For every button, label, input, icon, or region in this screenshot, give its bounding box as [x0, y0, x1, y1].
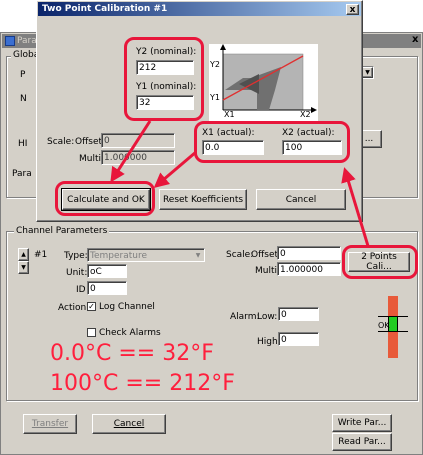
annotation-line-1: 0.0°C == 32°F	[50, 341, 214, 366]
highlight-nominal-inputs	[124, 37, 204, 121]
channel-spin-down[interactable]: ▼	[18, 261, 29, 274]
indicator-high-bar	[388, 296, 398, 316]
channel-offset-input[interactable]: 0	[277, 246, 341, 260]
graph-x1-label: X1	[224, 110, 235, 119]
global-n-label: N	[20, 94, 27, 104]
dialog-offset-field: 0	[101, 133, 175, 148]
channel-group-legend: Channel Parameters	[14, 226, 110, 236]
main-window-title: Para	[17, 36, 37, 46]
log-channel-checkbox[interactable]: ✓	[87, 302, 96, 311]
type-select: Temperature	[87, 248, 205, 262]
global-p-label: P	[20, 70, 26, 80]
channel-multi-input[interactable]: 1.000000	[277, 262, 341, 276]
read-params-button[interactable]: Read Par...	[332, 433, 392, 451]
main-cancel-button[interactable]: Cancel	[92, 414, 166, 434]
dialog-multi-field: 1.000000	[101, 150, 175, 165]
id-label: ID	[76, 285, 86, 295]
id-input[interactable]: 0	[87, 281, 127, 295]
annotation-line-2: 100°C == 212°F	[50, 371, 235, 396]
dialog-scale-label: Scale:	[47, 137, 75, 147]
type-select-arrow: ▼	[193, 250, 203, 260]
unit-label: Unit:	[66, 268, 88, 278]
highlight-two-points-button	[342, 245, 418, 279]
graph-x2-label: X2	[300, 110, 311, 119]
graph-y1-label: Y1	[210, 93, 220, 102]
main-window-close-button[interactable]: x	[412, 34, 418, 45]
global-para-label: Para	[12, 169, 32, 179]
channel-scale-label: Scale:	[226, 250, 254, 260]
channel-spin-up[interactable]: ▲	[18, 248, 29, 261]
reset-coefficients-button[interactable]: Reset Koefficients	[159, 189, 247, 210]
channel-number: #1	[34, 250, 48, 260]
check-alarms-label: Check Alarms	[99, 328, 161, 338]
check-alarms-checkbox[interactable]	[87, 328, 96, 337]
dialog-title: Two Point Calibration #1	[42, 4, 168, 14]
global-hi-label: HI	[18, 139, 28, 149]
low-label: Low:	[257, 312, 278, 322]
dialog-cancel-button[interactable]: Cancel	[256, 189, 346, 210]
main-window-icon	[5, 36, 15, 46]
global-dropdown-arrow[interactable]: ▼	[362, 67, 373, 78]
indicator-low-bar	[388, 332, 398, 358]
action-label: Action:	[58, 303, 90, 313]
alarm-high-input[interactable]: 0	[278, 332, 319, 346]
dialog-close-button[interactable]: x	[346, 4, 359, 15]
highlight-actual-inputs	[194, 121, 350, 163]
unit-input[interactable]: oC	[87, 264, 127, 278]
alarm-low-input[interactable]: 0	[278, 307, 319, 321]
type-label: Type:	[64, 251, 88, 261]
write-params-button[interactable]: Write Par...	[332, 414, 392, 432]
graph-y2-label: Y2	[210, 60, 220, 69]
indicator-ok-label: OK	[378, 321, 390, 330]
alarm-label: Alarm:	[230, 312, 260, 322]
log-channel-label: Log Channel	[99, 302, 155, 312]
highlight-calculate-button	[55, 181, 155, 216]
transfer-button[interactable]: Transfer	[23, 414, 77, 434]
